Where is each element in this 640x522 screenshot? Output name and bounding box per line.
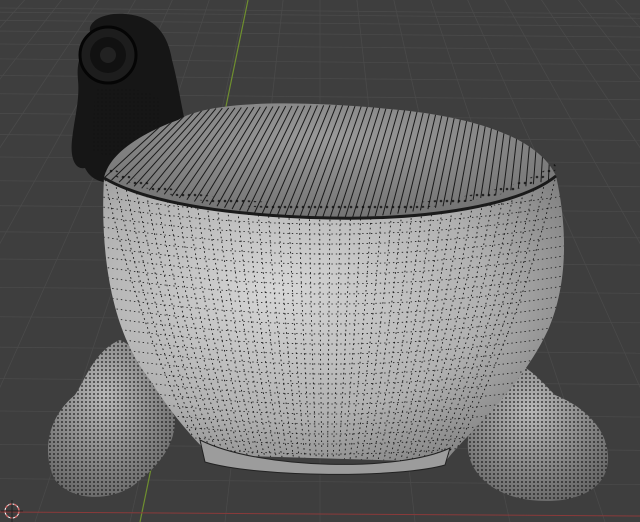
viewport-canvas[interactable] bbox=[0, 0, 640, 522]
3d-viewport[interactable] bbox=[0, 0, 640, 522]
3d-cursor-icon[interactable] bbox=[1, 500, 23, 522]
